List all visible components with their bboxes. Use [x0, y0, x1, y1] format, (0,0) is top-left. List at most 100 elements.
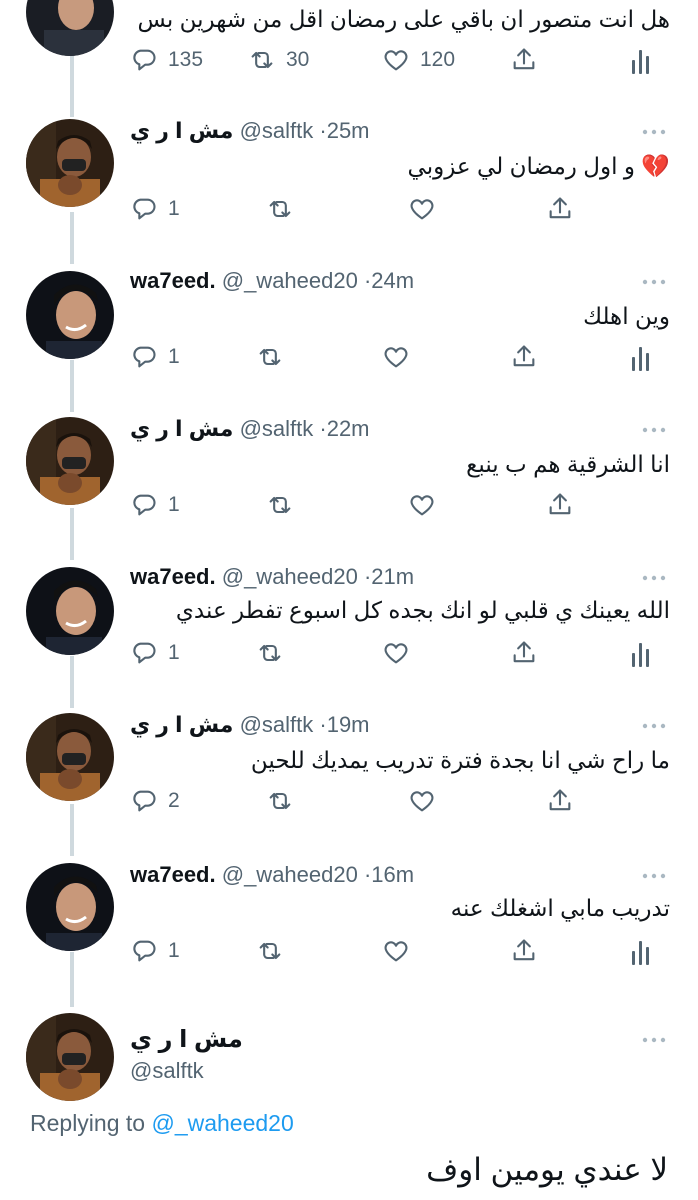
- tweet[interactable]: مش ا ر ي @salftk ·19m ما راح شي انا بجدة…: [0, 709, 698, 857]
- like-button[interactable]: [382, 637, 410, 669]
- avatar[interactable]: [26, 0, 114, 56]
- more-icon[interactable]: [642, 427, 666, 433]
- share-button[interactable]: [510, 44, 538, 76]
- handle[interactable]: @salftk: [130, 1058, 204, 1084]
- reply-button[interactable]: 1: [130, 935, 180, 967]
- more-icon[interactable]: [642, 129, 666, 135]
- share-icon: [513, 939, 535, 961]
- like-button[interactable]: [408, 489, 436, 521]
- share-button[interactable]: [510, 341, 538, 373]
- reply-icon: [133, 49, 156, 71]
- handle[interactable]: @_waheed20: [222, 564, 358, 589]
- tweet-actions: 1: [130, 193, 650, 225]
- share-button[interactable]: [546, 489, 574, 521]
- retweet-button[interactable]: 30: [248, 44, 309, 76]
- display-name[interactable]: مش ا ر ي: [130, 712, 233, 737]
- reply-icon: [133, 940, 156, 962]
- reply-icon: [133, 346, 156, 368]
- tweet[interactable]: هل انت متصور ان باقي على رمضان اقل من شه…: [0, 0, 698, 90]
- display-name[interactable]: مش ا ر ي: [130, 1025, 243, 1054]
- share-icon: [513, 641, 535, 663]
- reply-button[interactable]: 1: [130, 193, 180, 225]
- more-icon[interactable]: [642, 723, 666, 729]
- timestamp[interactable]: 21m: [371, 564, 414, 589]
- tweet[interactable]: wa7eed. @_waheed20 ·21m الله يعينك ي قلب…: [0, 561, 698, 709]
- more-icon[interactable]: [642, 279, 666, 285]
- display-name[interactable]: wa7eed.: [130, 564, 216, 589]
- analytics-icon[interactable]: [630, 939, 650, 965]
- display-name[interactable]: wa7eed.: [130, 862, 216, 887]
- mention-link[interactable]: @_waheed20: [151, 1110, 293, 1136]
- handle[interactable]: @_waheed20: [222, 268, 358, 293]
- retweet-button[interactable]: [266, 785, 294, 817]
- display-name[interactable]: wa7eed.: [130, 268, 216, 293]
- avatar[interactable]: [26, 119, 114, 207]
- reply-button[interactable]: 1: [130, 637, 180, 669]
- avatar[interactable]: [26, 567, 114, 655]
- retweet-icon: [269, 200, 291, 218]
- timestamp[interactable]: 16m: [371, 862, 414, 887]
- like-count: 120: [420, 48, 456, 71]
- avatar[interactable]: [26, 713, 114, 801]
- reply-button[interactable]: 2: [130, 785, 180, 817]
- timestamp[interactable]: 24m: [371, 268, 414, 293]
- share-button[interactable]: [546, 193, 574, 225]
- handle[interactable]: @salftk: [240, 712, 314, 737]
- like-button[interactable]: 120: [382, 44, 455, 76]
- timestamp[interactable]: 25m: [327, 118, 370, 143]
- handle[interactable]: @_waheed20: [222, 862, 358, 887]
- like-button[interactable]: [408, 785, 436, 817]
- share-icon: [549, 789, 571, 811]
- tweet-actions: 1: [130, 935, 650, 967]
- reply-button[interactable]: 1: [130, 489, 180, 521]
- retweet-button[interactable]: [266, 489, 294, 521]
- tweet-meta: مش ا ر ي @salftk ·25m: [130, 117, 370, 145]
- display-name[interactable]: مش ا ر ي: [130, 416, 233, 441]
- share-icon: [549, 493, 571, 515]
- heart-icon: [384, 643, 408, 664]
- reply-button[interactable]: 1: [130, 341, 180, 373]
- tweet[interactable]: مش ا ر ي @salftk ·22m انا الشرقية هم ب ي…: [0, 413, 698, 561]
- retweet-button[interactable]: [256, 637, 284, 669]
- tweet[interactable]: wa7eed. @_waheed20 ·16m تدريب مابي اشغلك…: [0, 857, 698, 1007]
- tweet-actions: 1: [130, 637, 650, 669]
- tweet[interactable]: wa7eed. @_waheed20 ·24m وين اهلك 1: [0, 265, 698, 413]
- handle[interactable]: @salftk: [240, 118, 314, 143]
- retweet-button[interactable]: [256, 935, 284, 967]
- reply-icon: [133, 198, 156, 220]
- more-icon[interactable]: [642, 1037, 666, 1043]
- avatar[interactable]: [26, 863, 114, 951]
- analytics-icon[interactable]: [630, 641, 650, 667]
- share-button[interactable]: [510, 637, 538, 669]
- handle[interactable]: @salftk: [240, 416, 314, 441]
- tweet-actions: 1: [130, 489, 650, 521]
- more-icon[interactable]: [642, 873, 666, 879]
- analytics-icon[interactable]: [630, 345, 650, 371]
- retweet-icon: [259, 348, 281, 366]
- avatar[interactable]: [26, 271, 114, 359]
- share-button[interactable]: [510, 935, 538, 967]
- like-button[interactable]: [408, 193, 436, 225]
- broken-heart-icon: 💔: [641, 153, 670, 179]
- avatar[interactable]: [26, 417, 114, 505]
- tweet-actions: 135 30 120: [130, 44, 650, 76]
- more-icon[interactable]: [642, 575, 666, 581]
- tweet[interactable]: مش ا ر ي @salftk ·25m 💔 و اول رمضان لي ع…: [0, 117, 698, 265]
- reply-icon: [133, 642, 156, 664]
- retweet-icon: [251, 51, 273, 69]
- retweet-button[interactable]: [266, 193, 294, 225]
- tweet-text: هل انت متصور ان باقي على رمضان اقل من شه…: [137, 6, 670, 32]
- like-button[interactable]: [382, 935, 410, 967]
- like-button[interactable]: [382, 341, 410, 373]
- retweet-icon: [269, 792, 291, 810]
- timestamp[interactable]: 19m: [327, 712, 370, 737]
- display-name[interactable]: مش ا ر ي: [130, 118, 233, 143]
- timestamp[interactable]: 22m: [327, 416, 370, 441]
- reply-button[interactable]: 135: [130, 44, 203, 76]
- avatar[interactable]: [26, 1013, 114, 1101]
- analytics-icon[interactable]: [630, 48, 650, 74]
- tweet-text: ما راح شي انا بجدة فترة تدريب يمديك للحي…: [250, 747, 670, 773]
- retweet-button[interactable]: [256, 341, 284, 373]
- share-button[interactable]: [546, 785, 574, 817]
- share-icon: [513, 48, 535, 70]
